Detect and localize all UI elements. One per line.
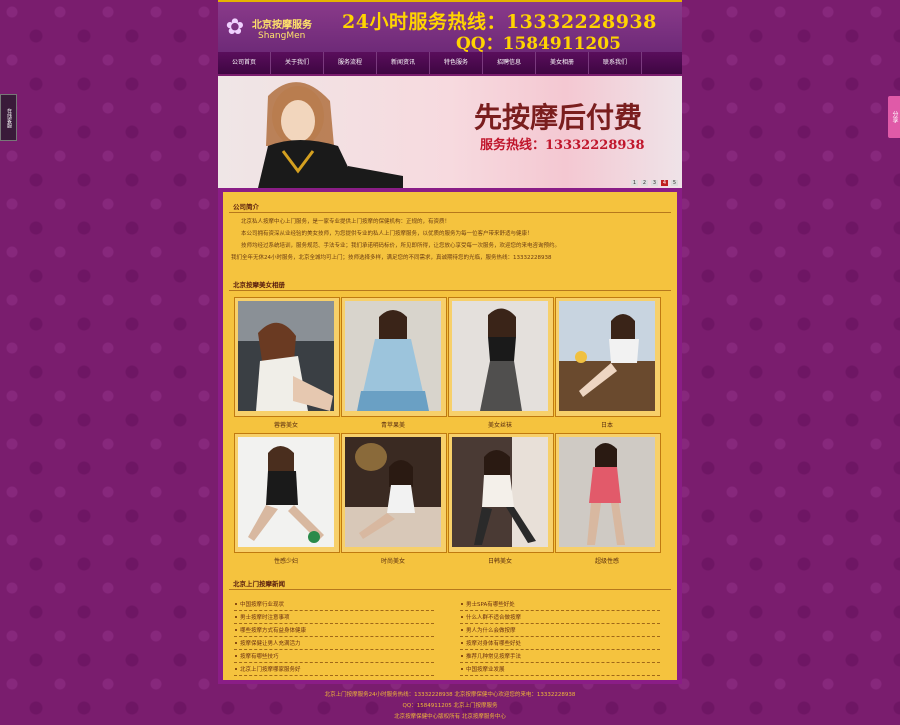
online-service-tab[interactable]: 在线客服 <box>0 94 17 141</box>
banner-subtitle: 服务热线：13332228938 <box>480 138 645 153</box>
nav-home[interactable]: 公司首页 <box>218 52 271 74</box>
news-link[interactable]: 按摩对身体有哪些好处 <box>466 639 521 647</box>
nav-about[interactable]: 关于我们 <box>271 52 324 74</box>
nav-gallery[interactable]: 美女相册 <box>536 52 589 74</box>
gallery-photo[interactable] <box>448 433 554 553</box>
news-link[interactable]: 北京上门按摩哪家服务好 <box>240 665 301 673</box>
content-area: 公司简介 北京私人按摩中心上门服务，是一家专业提供上门按摩的保健机构：正规的，有… <box>223 192 677 680</box>
photo-image <box>238 437 334 547</box>
qq-text: QQ：1584911205 <box>456 34 621 54</box>
gallery-caption[interactable]: 青苹果美 <box>341 420 445 429</box>
nav-process[interactable]: 服务流程 <box>324 52 377 74</box>
banner[interactable]: 先按摩后付费 服务热线：13332228938 12345 <box>218 76 682 188</box>
banner-dot[interactable]: 5 <box>671 180 678 186</box>
footer-line: 北京上门按摩服务24小时服务热线：13332228938 北京按摩保健中心欢迎您… <box>324 692 576 698</box>
gallery-photo[interactable] <box>234 297 340 417</box>
header: ✿ 北京按摩服务 ShangMen 24小时服务热线：13332228938 Q… <box>218 0 682 54</box>
news-link[interactable]: 男士SPA有哪些好处 <box>466 600 515 608</box>
gallery-photo[interactable] <box>555 433 661 553</box>
logo-flower-icon: ✿ <box>225 15 245 40</box>
footer-line: 北京按摩保健中心版权所有 北京按摩服务中心 <box>394 714 506 720</box>
news-link[interactable]: 男士按摩时注意事项 <box>240 613 290 621</box>
divider <box>229 212 671 213</box>
banner-dot[interactable]: 2 <box>641 180 648 186</box>
news-link[interactable]: 什么人群不适合做按摩 <box>466 613 521 621</box>
photo-image <box>345 301 441 411</box>
photo-image <box>559 301 655 411</box>
banner-title: 先按摩后付费 <box>474 101 643 134</box>
photo-image <box>238 301 334 411</box>
banner-dot[interactable]: 3 <box>651 180 658 186</box>
gallery-title: 北京按摩美女相册 <box>233 281 285 289</box>
intro-line: 北京私人按摩中心上门服务，是一家专业提供上门按摩的保健机构：正规的，有资质！ <box>241 219 451 225</box>
gallery-caption[interactable]: 日本 <box>555 420 659 429</box>
intro-title: 公司简介 <box>233 203 259 211</box>
news-link[interactable]: 中国按摩业发展 <box>466 665 505 673</box>
nav-services[interactable]: 特色服务 <box>430 52 483 74</box>
news-item[interactable]: 中国按摩行业现状 <box>234 597 434 611</box>
news-item[interactable]: 推荐几种常见按摩手法 <box>460 649 660 663</box>
banner-dot[interactable]: 1 <box>631 180 638 186</box>
intro-line: 本公司拥有资深从业经验的美女技师，为您提供专业的私人上门按摩服务，以优质的服务为… <box>241 231 533 237</box>
gallery-caption[interactable]: 超级性感 <box>555 556 659 565</box>
photo-image <box>345 437 441 547</box>
gallery-caption[interactable]: 时尚美女 <box>341 556 445 565</box>
share-tab[interactable]: 分享 <box>888 96 900 138</box>
gallery-photo[interactable] <box>341 297 447 417</box>
logo-title: 北京按摩服务 <box>252 20 312 31</box>
news-link[interactable]: 按摩有哪些技巧 <box>240 652 279 660</box>
banner-dot-active[interactable]: 4 <box>661 180 668 186</box>
photo-image <box>452 301 548 411</box>
intro-line: 技师均经过系统培训，服务规范、手法专业；我们承诺明码标价，所见即所得，让您放心享… <box>241 243 561 249</box>
news-item[interactable]: 哪些按摩方式有益身体健康 <box>234 623 434 637</box>
news-item[interactable]: 按摩对身体有哪些好处 <box>460 636 660 650</box>
nav-contact[interactable]: 联系我们 <box>589 52 642 74</box>
banner-model-image <box>258 82 403 188</box>
content-frame: 公司简介 北京私人按摩中心上门服务，是一家专业提供上门按摩的保健机构：正规的，有… <box>218 188 682 684</box>
gallery-photo[interactable] <box>341 433 447 553</box>
news-item[interactable]: 按摩保健让男人充满活力 <box>234 636 434 650</box>
news-link[interactable]: 中国按摩行业现状 <box>240 600 284 608</box>
banner-pager: 12345 <box>628 178 678 186</box>
gallery-caption[interactable]: 美女丝袜 <box>448 420 552 429</box>
main-nav: 公司首页 关于我们 服务流程 新闻资讯 特色服务 招聘信息 美女相册 联系我们 <box>218 52 682 74</box>
news-item[interactable]: 男士SPA有哪些好处 <box>460 597 660 611</box>
intro-line: 我们全年无休24小时服务，北京全城均可上门；技师选择多样，满足您的不同需求，真诚… <box>231 255 552 261</box>
gallery-caption[interactable]: 日韩美女 <box>448 556 552 565</box>
nav-news[interactable]: 新闻资讯 <box>377 52 430 74</box>
footer-line: QQ：1584911205 北京上门按摩服务 <box>402 703 498 709</box>
divider <box>229 589 671 590</box>
news-item[interactable]: 男士按摩时注意事项 <box>234 610 434 624</box>
news-item[interactable]: 北京上门按摩哪家服务好 <box>234 662 434 676</box>
news-item[interactable]: 男人为什么会做按摩 <box>460 623 660 637</box>
gallery-caption[interactable]: 蓉蓉美女 <box>234 420 338 429</box>
news-title: 北京上门按摩新闻 <box>233 580 285 588</box>
news-item[interactable]: 什么人群不适合做按摩 <box>460 610 660 624</box>
photo-image <box>559 437 655 547</box>
news-item[interactable]: 中国按摩业发展 <box>460 662 660 676</box>
nav-jobs[interactable]: 招聘信息 <box>483 52 536 74</box>
photo-image <box>452 437 548 547</box>
news-link[interactable]: 推荐几种常见按摩手法 <box>466 652 521 660</box>
news-link[interactable]: 哪些按摩方式有益身体健康 <box>240 626 306 634</box>
gallery-photo[interactable] <box>234 433 340 553</box>
news-item[interactable]: 按摩有哪些技巧 <box>234 649 434 663</box>
divider <box>229 290 671 291</box>
news-link[interactable]: 按摩保健让男人充满活力 <box>240 639 301 647</box>
page: ✿ 北京按摩服务 ShangMen 24小时服务热线：13332228938 Q… <box>218 0 682 725</box>
logo-subtitle: ShangMen <box>258 31 306 41</box>
gallery-photo[interactable] <box>555 297 661 417</box>
gallery-photo[interactable] <box>448 297 554 417</box>
gallery-caption[interactable]: 性感少妇 <box>234 556 338 565</box>
news-link[interactable]: 男人为什么会做按摩 <box>466 626 516 634</box>
